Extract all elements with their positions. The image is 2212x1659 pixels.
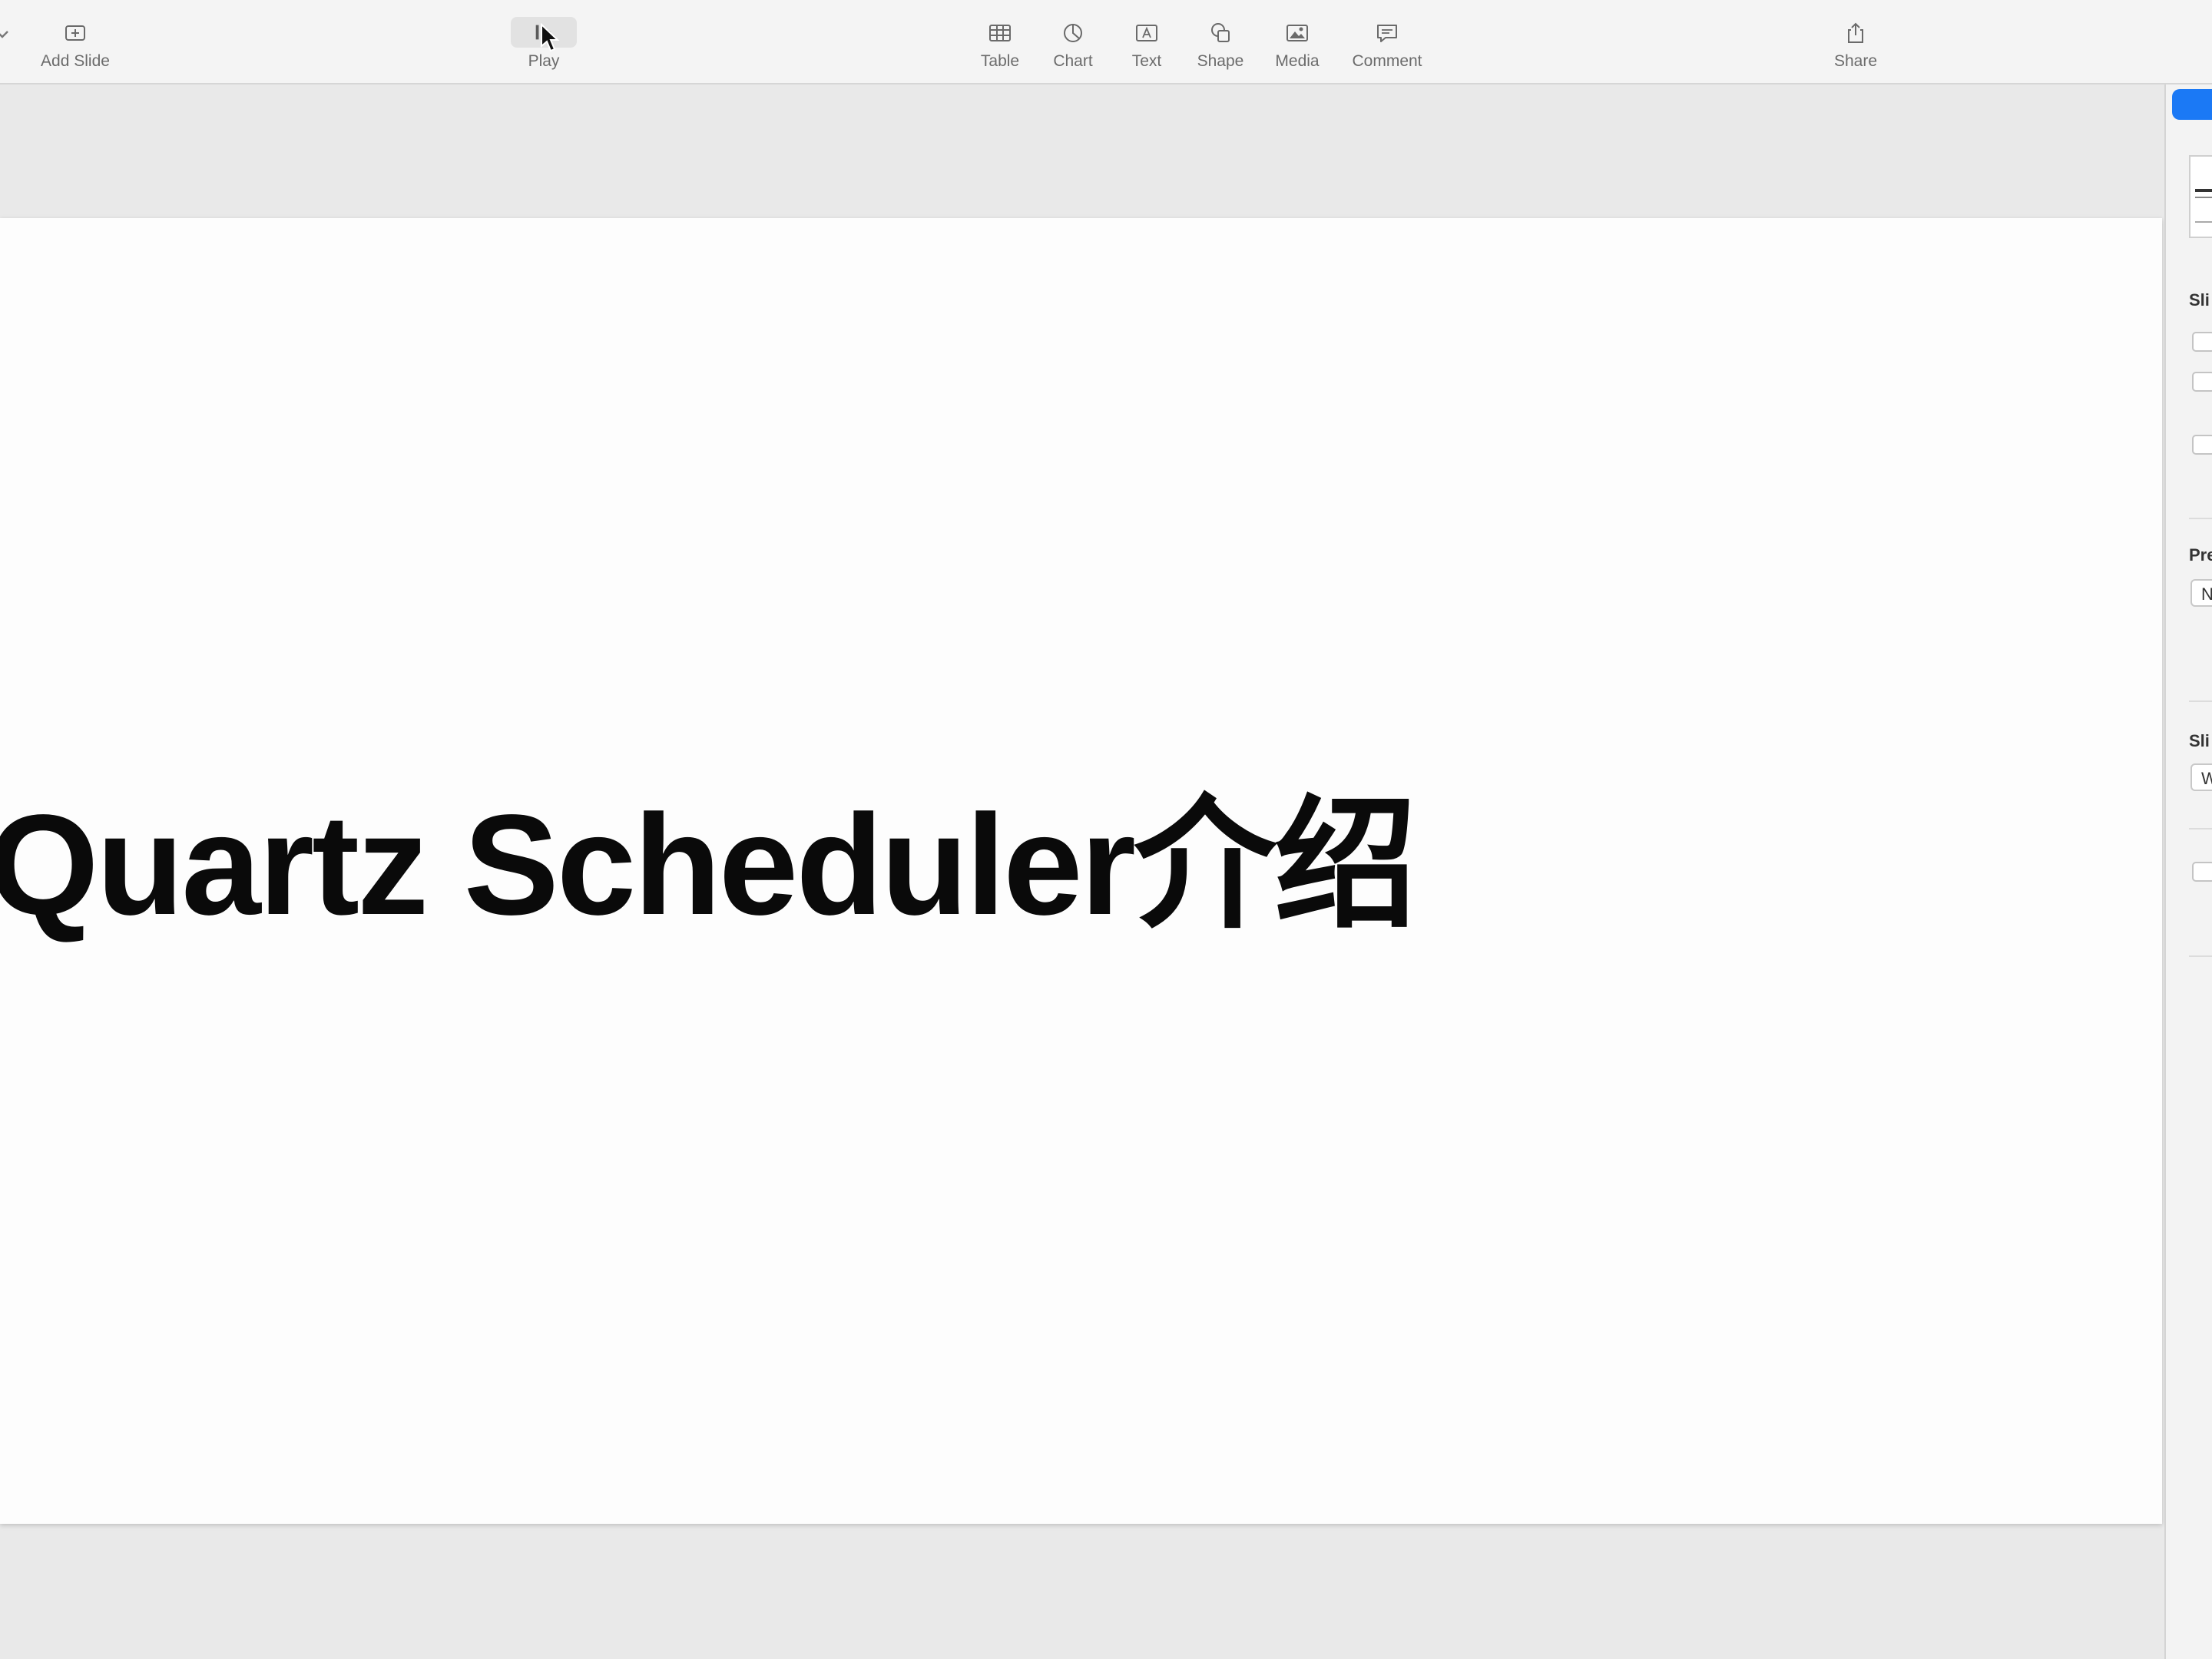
slide-option-checkbox-2[interactable]	[2192, 372, 2212, 392]
inspector-divider	[2189, 828, 2212, 830]
slide-section-label: Sli	[2189, 290, 2210, 310]
toolbar: Add Slide Play Table Chart Text Shape Me…	[0, 0, 2212, 84]
thumbnail-title-line	[2195, 189, 2212, 192]
mouse-cursor-icon	[541, 23, 560, 52]
media-icon	[1282, 20, 1313, 46]
add-slide-icon	[60, 20, 91, 46]
inspector-divider	[2189, 518, 2212, 519]
slide-option-checkbox-1[interactable]	[2192, 332, 2212, 352]
keynote-window: Add Slide Play Table Chart Text Shape Me…	[0, 0, 2212, 1659]
media-label: Media	[1275, 52, 1320, 70]
slide-layout-popup[interactable]: W	[2190, 763, 2212, 791]
slide-layout-section-label: Sli	[2189, 731, 2210, 750]
comment-icon	[1372, 20, 1402, 46]
slide-layout-thumbnail[interactable]	[2189, 155, 2212, 238]
inspector-panel: Sli Pre N Sli W	[2164, 84, 2212, 1659]
table-icon	[985, 20, 1015, 46]
add-slide-label: Add Slide	[41, 52, 110, 70]
add-slide-button[interactable]: Add Slide	[29, 20, 121, 71]
shape-icon	[1205, 20, 1236, 46]
inspector-divider	[2189, 700, 2212, 702]
thumbnail-subtitle-line	[2195, 197, 2212, 198]
slide[interactable]: Quartz Scheduler介绍	[0, 218, 2162, 1524]
inspector-divider	[2189, 955, 2212, 957]
chart-label: Chart	[1053, 52, 1093, 70]
presenter-section-label: Pre	[2189, 545, 2212, 565]
shape-label: Shape	[1197, 52, 1244, 70]
share-label: Share	[1833, 52, 1878, 70]
media-button[interactable]: Media	[1251, 20, 1343, 71]
table-label: Table	[980, 52, 1020, 70]
slide-option-checkbox-4[interactable]	[2192, 862, 2212, 882]
slide-option-checkbox-3[interactable]	[2192, 435, 2212, 455]
slide-title[interactable]: Quartz Scheduler介绍	[0, 794, 1417, 937]
comment-button[interactable]: Comment	[1341, 20, 1433, 71]
chevron-down-icon[interactable]	[0, 26, 11, 43]
share-icon	[1840, 20, 1871, 46]
chart-icon	[1058, 20, 1088, 46]
presenter-popup[interactable]: N	[2190, 579, 2212, 607]
comment-label: Comment	[1352, 52, 1422, 70]
text-label: Text	[1131, 52, 1162, 70]
thumbnail-footer-line	[2195, 221, 2212, 223]
slide-canvas[interactable]: Quartz Scheduler介绍	[0, 84, 2164, 1659]
play-label: Play	[528, 52, 560, 70]
share-button[interactable]: Share	[1810, 20, 1902, 71]
text-box-icon	[1131, 20, 1162, 46]
inspector-tab-active[interactable]	[2172, 89, 2212, 120]
